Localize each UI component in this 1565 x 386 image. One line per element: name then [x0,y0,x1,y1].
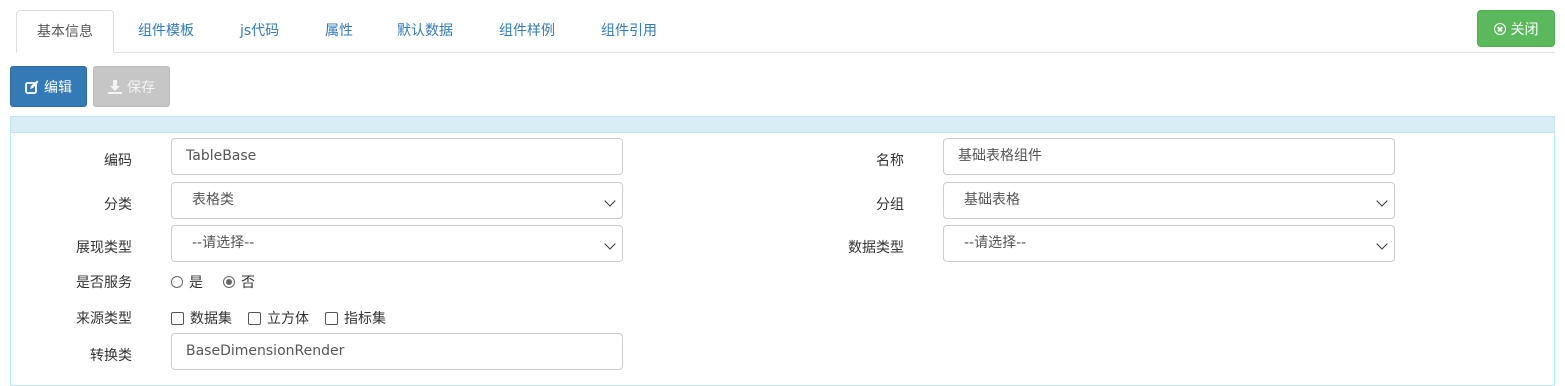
tab-bar: 基本信息 组件模板 js代码 属性 默认数据 组件样例 组件引用 [0,0,1565,53]
checkbox[interactable] [171,311,184,325]
converter-label: 转换类 [90,348,132,364]
tab-component-examples[interactable]: 组件样例 [479,10,575,52]
chevron-down-icon [1376,238,1388,250]
code-label: 编码 [104,153,132,169]
download-icon [108,79,122,94]
category-selected-value: 表格类 [192,192,234,208]
tab-properties[interactable]: 属性 [305,10,373,52]
source-dataset-option[interactable]: 数据集 [171,308,232,328]
group-select[interactable]: 基础表格 [943,182,1395,219]
save-button-label: 保存 [127,79,155,96]
radio-button-checked[interactable] [223,276,235,288]
display-type-selected-value: --请选择-- [192,235,255,251]
group-label: 分组 [876,197,904,213]
name-input[interactable]: 基础表格组件 [943,138,1395,175]
edit-button[interactable]: 编辑 [10,66,87,107]
close-button-label: 关闭 [1510,21,1539,38]
edit-button-label: 编辑 [44,79,72,96]
is-service-no-label: 否 [241,275,255,291]
tab-component-references[interactable]: 组件引用 [581,10,677,52]
group-selected-value: 基础表格 [964,192,1020,208]
display-type-label: 展现类型 [76,240,132,256]
converter-input[interactable]: BaseDimensionRender [171,333,623,370]
chevron-down-icon [604,195,616,207]
tab-js-code[interactable]: js代码 [220,10,299,52]
data-type-label: 数据类型 [848,240,904,256]
name-label: 名称 [876,153,904,169]
tab-basic-info[interactable]: 基本信息 [16,10,114,53]
close-circle-icon [1493,22,1506,35]
source-indicator-label: 指标集 [344,311,386,327]
category-label: 分类 [104,197,132,213]
chevron-down-icon [604,238,616,250]
checkbox[interactable] [325,311,338,325]
data-type-selected-value: --请选择-- [964,235,1027,251]
is-service-yes-option[interactable]: 是 [171,272,203,292]
data-type-select[interactable]: --请选择-- [943,225,1395,262]
is-service-label: 是否服务 [76,275,132,291]
tab-bar-divider [16,52,1555,53]
save-button[interactable]: 保存 [93,66,170,107]
chevron-down-icon [1376,195,1388,207]
source-dataset-label: 数据集 [190,311,232,327]
category-select[interactable]: 表格类 [171,182,623,219]
tab-default-data[interactable]: 默认数据 [377,10,473,52]
close-button[interactable]: 关闭 [1477,10,1555,47]
source-type-label: 来源类型 [76,311,132,327]
edit-icon [25,80,39,94]
code-input[interactable]: TableBase [171,138,623,175]
is-service-no-option[interactable]: 否 [223,272,255,292]
display-type-select[interactable]: --请选择-- [171,225,623,262]
source-indicator-option[interactable]: 指标集 [325,308,386,328]
panel-heading [11,117,1554,133]
is-service-yes-label: 是 [189,275,203,291]
source-cube-option[interactable]: 立方体 [248,308,309,328]
tab-component-template[interactable]: 组件模板 [118,10,214,52]
checkbox[interactable] [248,311,261,325]
source-cube-label: 立方体 [267,311,309,327]
radio-button[interactable] [171,276,183,288]
